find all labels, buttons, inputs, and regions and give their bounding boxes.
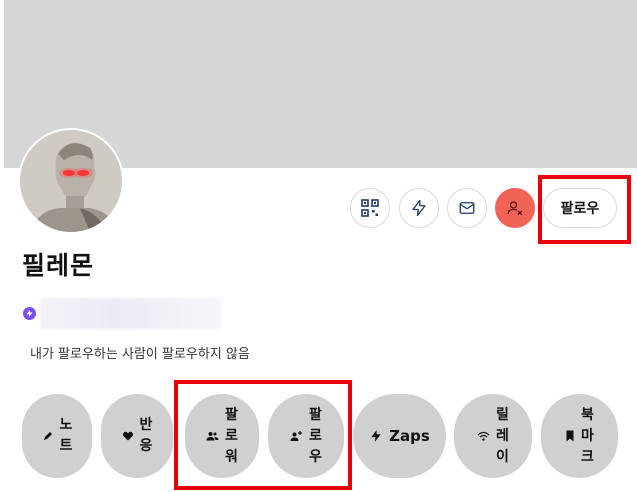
- tab-relays[interactable]: 릴레이: [454, 394, 532, 478]
- mute-button[interactable]: [495, 188, 535, 228]
- user-mute-icon: [507, 201, 523, 216]
- user-plus-icon: [290, 430, 303, 442]
- tab-following[interactable]: 팔로우: [268, 394, 344, 478]
- tab-reactions[interactable]: 반응: [101, 394, 173, 478]
- heart-icon: [122, 430, 134, 442]
- bookmark-icon: [565, 430, 575, 442]
- tab-following-label: 팔로우: [309, 406, 322, 465]
- qr-code-icon: [361, 199, 379, 217]
- blurred-identifier: [40, 298, 222, 329]
- mail-icon: [459, 202, 475, 214]
- tab-followers-label: 팔로워: [225, 406, 238, 465]
- zap-button[interactable]: [399, 188, 439, 228]
- follow-status-note: 내가 팔로우하는 사람이 팔로우하지 않음: [30, 347, 250, 362]
- avatar-image: [20, 130, 122, 232]
- wifi-icon: [477, 431, 490, 442]
- zap-icon: [26, 309, 33, 318]
- tab-relays-label: 릴레이: [496, 406, 509, 465]
- message-button[interactable]: [447, 188, 487, 228]
- tab-followers[interactable]: 팔로워: [185, 394, 259, 478]
- zap-icon: [369, 429, 383, 443]
- profile-avatar[interactable]: [20, 130, 122, 232]
- users-icon: [206, 430, 219, 442]
- zap-icon: [412, 199, 426, 217]
- verified-badge: [23, 307, 36, 320]
- tab-zaps-label: Zaps: [389, 427, 430, 445]
- tab-bookmarks[interactable]: 북마크: [541, 394, 618, 478]
- pencil-icon: [42, 430, 54, 442]
- tab-notes-label: 노트: [59, 417, 73, 454]
- tab-reactions-label: 반응: [139, 417, 153, 454]
- follow-button[interactable]: 팔로우: [543, 188, 617, 228]
- profile-display-name: 필레몬: [22, 251, 95, 280]
- tab-zaps[interactable]: Zaps: [353, 394, 446, 478]
- tab-bookmarks-label: 북마크: [581, 406, 594, 465]
- qr-code-button[interactable]: [350, 188, 390, 228]
- tab-notes[interactable]: 노트: [22, 394, 92, 478]
